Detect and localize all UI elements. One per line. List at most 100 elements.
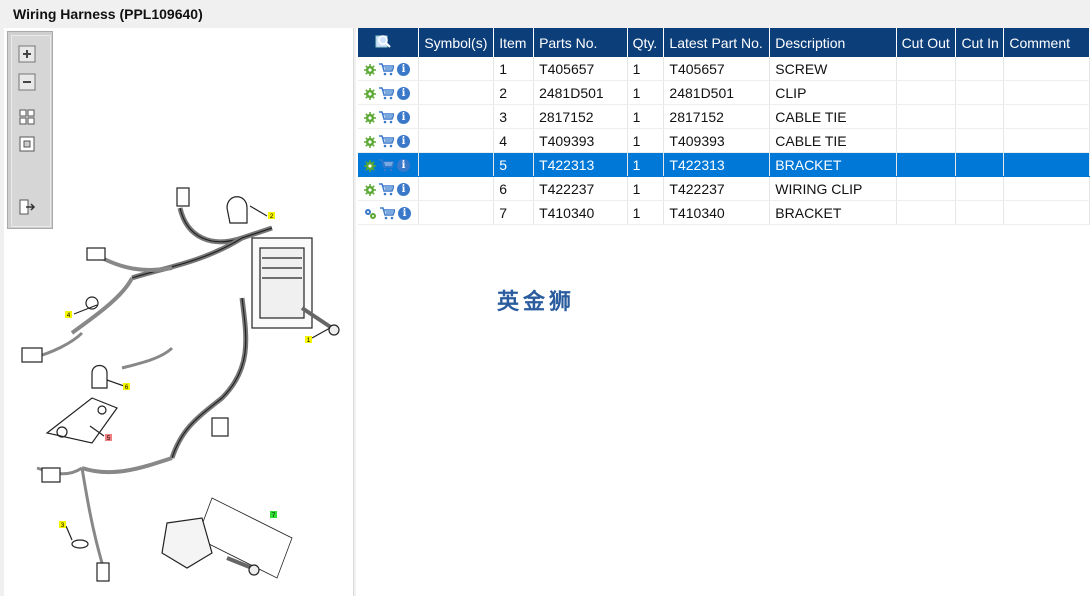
gear-icon[interactable]: [364, 159, 376, 172]
qty-cell: 1: [627, 152, 665, 177]
comment-column-header[interactable]: Comment: [1003, 28, 1090, 57]
latest-part-no-cell: T409393: [663, 128, 771, 153]
symbols-cell: [418, 128, 495, 153]
zoom-in-icon[interactable]: [18, 45, 36, 63]
shopping-cart-icon[interactable]: [379, 135, 394, 148]
item-cell: 4: [493, 128, 535, 153]
gear-icon[interactable]: [364, 183, 376, 196]
table-row[interactable]: i 4 T409393 1 T409393 CABLE TIE: [358, 128, 1090, 153]
item-column-header[interactable]: Item: [493, 28, 535, 57]
row-actions: i: [358, 57, 420, 81]
item-cell: 5: [493, 152, 535, 177]
symbols-cell: [418, 176, 495, 201]
cut-out-cell: [896, 80, 957, 105]
search-column-header[interactable]: [358, 28, 420, 57]
callout-7[interactable]: 7: [270, 511, 277, 519]
table-row[interactable]: i 7 T410340 1 T410340 BRACKET: [358, 200, 1090, 225]
callout-5[interactable]: 5: [105, 434, 112, 442]
shopping-cart-icon[interactable]: [379, 111, 394, 124]
cut-in-cell: [955, 200, 1005, 225]
comment-cell: [1003, 128, 1090, 153]
cut-in-cell: [955, 128, 1005, 153]
qty-cell: 1: [627, 104, 665, 129]
info-icon[interactable]: i: [397, 63, 410, 77]
parts-list-pane: Symbol(s) Item Parts No. Qty. Latest Par…: [356, 28, 1090, 596]
shopping-cart-icon[interactable]: [380, 207, 395, 220]
callout-2[interactable]: 2: [268, 212, 275, 220]
shopping-cart-icon[interactable]: [379, 159, 394, 172]
gear-icon[interactable]: [364, 135, 376, 148]
symbols-column-header[interactable]: Symbol(s): [418, 28, 495, 57]
cut-out-cell: [896, 176, 957, 201]
info-icon[interactable]: i: [397, 135, 410, 149]
description-cell: SCREW: [769, 57, 897, 81]
qty-cell: 1: [627, 57, 665, 81]
description-cell: CLIP: [769, 80, 897, 105]
table-row[interactable]: i 6 T422237 1 T422237 WIRING CLIP: [358, 176, 1090, 201]
item-cell: 7: [493, 200, 535, 225]
cut-in-cell: [955, 80, 1005, 105]
latest-part-no-cell: 2817152: [663, 104, 771, 129]
description-cell: BRACKET: [769, 152, 897, 177]
symbols-cell: [418, 152, 495, 177]
window-title-bar: Wiring Harness (PPL109640): [0, 0, 1090, 28]
cut-out-cell: [896, 104, 957, 129]
info-icon[interactable]: i: [397, 183, 410, 197]
search-icon[interactable]: [375, 33, 391, 49]
parts-no-cell: 2481D501: [533, 80, 628, 105]
shopping-cart-icon[interactable]: [379, 183, 394, 196]
gear-icon[interactable]: [364, 87, 376, 100]
callout-6[interactable]: 6: [123, 383, 130, 391]
table-row[interactable]: i 1 T405657 1 T405657 SCREW: [358, 57, 1090, 81]
info-icon[interactable]: i: [398, 207, 411, 221]
fit-to-window-icon[interactable]: [18, 108, 36, 126]
row-actions: i: [358, 200, 420, 225]
parts-no-cell: T422237: [533, 176, 628, 201]
callout-4[interactable]: 4: [65, 311, 72, 319]
info-icon[interactable]: i: [397, 87, 410, 101]
shopping-cart-icon[interactable]: [379, 63, 394, 76]
parts-no-cell: T409393: [533, 128, 628, 153]
table-row[interactable]: i 2 2481D501 1 2481D501 CLIP: [358, 80, 1090, 105]
qty-cell: 1: [627, 200, 665, 225]
cut-in-cell: [955, 176, 1005, 201]
symbols-cell: [418, 104, 495, 129]
table-row[interactable]: i 3 2817152 1 2817152 CABLE TIE: [358, 104, 1090, 129]
cut-out-column-header[interactable]: Cut Out: [896, 28, 957, 57]
comment-cell: [1003, 80, 1090, 105]
item-cell: 2: [493, 80, 535, 105]
wiring-harness-diagram: 2 1 4 6 5 3 7: [21, 187, 340, 582]
cut-in-cell: [955, 104, 1005, 129]
gears-icon[interactable]: [364, 208, 377, 220]
actual-size-icon[interactable]: [18, 135, 36, 153]
comment-cell: [1003, 57, 1090, 81]
latest-part-no-cell: T422237: [663, 176, 771, 201]
cut-in-column-header[interactable]: Cut In: [955, 28, 1005, 57]
zoom-out-icon[interactable]: [18, 73, 36, 91]
shopping-cart-icon[interactable]: [379, 87, 394, 100]
cut-in-cell: [955, 152, 1005, 177]
callout-1[interactable]: 1: [305, 336, 312, 344]
qty-column-header[interactable]: Qty.: [627, 28, 665, 57]
table-header-row: Symbol(s) Item Parts No. Qty. Latest Par…: [358, 28, 1090, 57]
latest-part-no-cell: T405657: [663, 57, 771, 81]
gear-icon[interactable]: [364, 63, 376, 76]
row-actions: i: [358, 152, 420, 177]
latest-part-no-cell: 2481D501: [663, 80, 771, 105]
window-title: Wiring Harness (PPL109640): [13, 6, 203, 22]
item-cell: 1: [493, 57, 535, 81]
info-icon[interactable]: i: [397, 159, 410, 173]
diagram-pane[interactable]: 2 1 4 6 5 3 7: [4, 28, 354, 596]
gear-icon[interactable]: [364, 111, 376, 124]
latest-part-no-column-header[interactable]: Latest Part No.: [663, 28, 771, 57]
row-actions: i: [358, 104, 420, 129]
description-column-header[interactable]: Description: [769, 28, 897, 57]
parts-no-cell: T422313: [533, 152, 628, 177]
table-row[interactable]: i 5 T422313 1 T422313 BRACKET: [358, 152, 1090, 177]
parts-no-cell: 2817152: [533, 104, 628, 129]
info-icon[interactable]: i: [397, 111, 410, 125]
parts-no-cell: T405657: [533, 57, 628, 81]
callout-3[interactable]: 3: [59, 521, 66, 529]
item-cell: 6: [493, 176, 535, 201]
parts-no-column-header[interactable]: Parts No.: [533, 28, 628, 57]
